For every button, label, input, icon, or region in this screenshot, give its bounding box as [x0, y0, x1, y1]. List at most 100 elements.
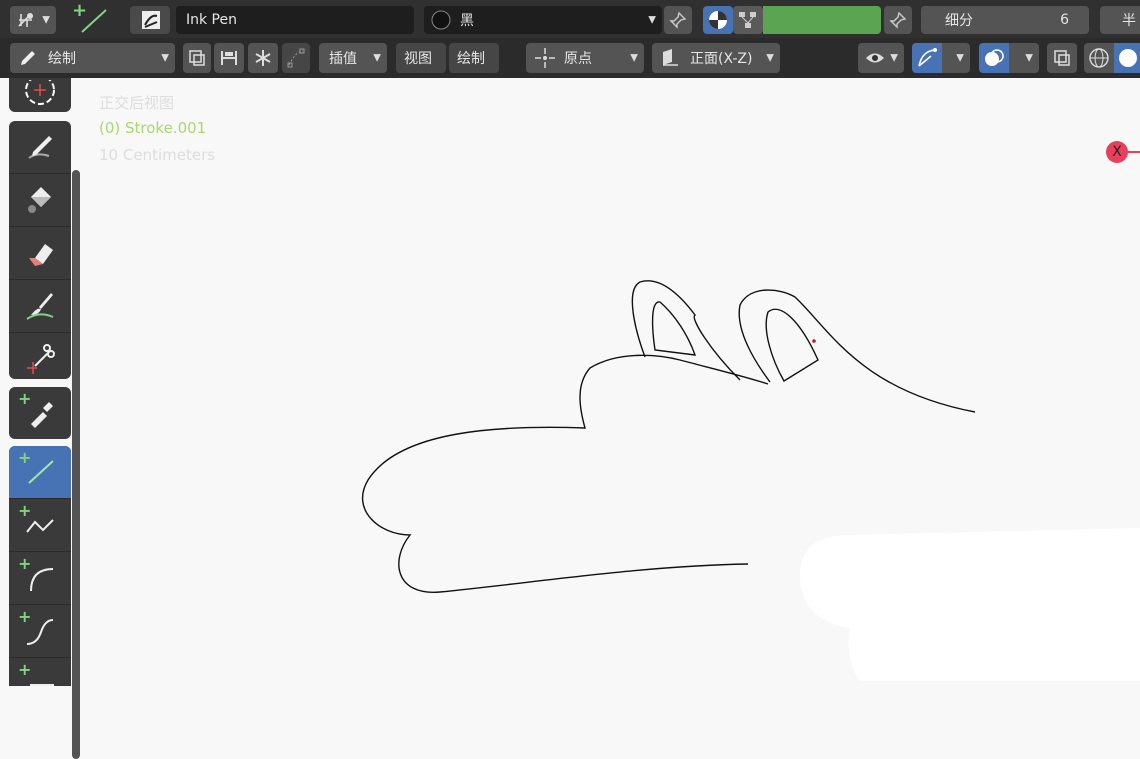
view-name-label: 正交后视图 [99, 94, 175, 112]
navigation-gizmo-x-axis[interactable]: X [1106, 141, 1128, 163]
orientation-dropdown[interactable]: 正面(X-Z) ▼ [652, 43, 780, 73]
tool-curve[interactable]: + [9, 605, 71, 658]
tool-box[interactable]: + [9, 658, 71, 686]
tool-group-annotate [9, 78, 71, 112]
pencil-icon [18, 48, 38, 68]
tool-line[interactable]: + [9, 446, 71, 499]
tool-group-eyedropper: + [9, 387, 71, 439]
brush-preview[interactable] [130, 6, 170, 34]
tool-eyedropper[interactable]: + [9, 387, 71, 439]
solid-shading-button[interactable] [1114, 43, 1140, 73]
tool-tint[interactable] [9, 280, 71, 333]
chevron-down-icon: ▼ [630, 52, 638, 64]
chevron-down-icon: ▼ [42, 14, 50, 26]
orientation-label: 正面(X-Z) [690, 51, 753, 67]
pin-material-button[interactable] [664, 6, 692, 34]
tool-fill[interactable] [9, 174, 71, 227]
overlay-toggle[interactable] [979, 43, 1009, 73]
chevron-down-icon: ▼ [766, 52, 774, 64]
chevron-down-icon: ▼ [161, 52, 169, 64]
multiframe-button[interactable] [183, 43, 211, 73]
color-swatch[interactable] [763, 6, 881, 34]
mode-dropdown[interactable]: 绘制 ▼ [10, 43, 175, 73]
brush-stroke-icon [141, 10, 161, 30]
brush-name-field[interactable]: Ink Pen [176, 6, 414, 34]
tool-header: ▼ + Ink Pen 黑 ▼ 细分 6 半 [0, 0, 1140, 38]
scale-label: 10 Centimeters [99, 146, 216, 164]
subdivision-label: 细分 [945, 13, 973, 29]
toolbar-scrollbar[interactable] [72, 170, 80, 759]
gizmo-toggle[interactable] [912, 43, 942, 73]
edit-lines-icon [219, 48, 239, 68]
draw-menu-label: 绘制 [457, 51, 485, 67]
tool-shelf: + + + + + + [0, 78, 82, 759]
pin-color-button[interactable] [884, 6, 912, 34]
plus-icon: + [18, 501, 32, 520]
tool-draw[interactable] [9, 121, 71, 174]
tool-polyline[interactable]: + [9, 499, 71, 552]
plus-icon: + [18, 389, 32, 408]
gizmo-dropdown[interactable]: ▼ [942, 43, 970, 73]
visibility-dropdown[interactable]: ▼ [858, 43, 904, 73]
brush-name-text: Ink Pen [186, 12, 237, 28]
tool-group-draw [9, 121, 71, 379]
plus-icon: + [18, 660, 32, 679]
pivot-dropdown[interactable]: 原点 ▼ [526, 43, 644, 73]
navigation-gizmo-x-line [1128, 151, 1140, 153]
line-tool-indicator: + [72, 0, 112, 36]
erase-icon [29, 244, 53, 266]
interpolate-label: 插值 [329, 51, 357, 67]
view-menu[interactable]: 视图 [396, 43, 446, 73]
viewport-header: 绘制 ▼ 插值 ▼ 视图 绘制 原点 ▼ 正面(X-Z) ▼ ▼ ▼ ▼ [0, 38, 1140, 78]
eye-icon [864, 47, 886, 69]
mode-label: 绘制 [48, 51, 76, 67]
wireframe-shading-button[interactable] [1084, 43, 1114, 73]
vertex-color-button[interactable] [703, 6, 733, 34]
tool-settings-dropdown[interactable]: ▼ [10, 6, 56, 34]
plus-icon: + [72, 0, 88, 21]
wireframe-globe-icon [1088, 47, 1110, 69]
interpolate-menu[interactable]: 插值 ▼ [319, 43, 387, 73]
grease-pencil-icon [16, 10, 36, 30]
plus-icon: + [18, 607, 32, 626]
tool-arc[interactable]: + [9, 552, 71, 605]
subdivision-value: 6 [1060, 12, 1069, 28]
material-sphere-icon [430, 9, 452, 31]
material-dropdown[interactable]: 黑 ▼ [424, 6, 662, 34]
overlay-dropdown[interactable]: ▼ [1009, 43, 1039, 73]
snowflake-icon [253, 48, 273, 68]
cut-slider[interactable]: 半 [1100, 6, 1140, 34]
draw-menu[interactable]: 绘制 [449, 43, 499, 73]
plus-icon: + [18, 554, 32, 573]
snowflake-button[interactable] [248, 43, 278, 73]
edit-lines-button[interactable] [214, 43, 244, 73]
draw-icon [28, 136, 52, 159]
plane-icon [660, 47, 682, 69]
curve-edit-button[interactable] [282, 43, 310, 73]
object-name-label: (0) Stroke.001 [99, 119, 207, 137]
xray-toggle[interactable] [1047, 43, 1077, 73]
fill-icon [28, 187, 51, 213]
annotate-icon [25, 80, 55, 105]
overlay-icon [983, 47, 1005, 69]
chevron-down-icon: ▼ [956, 52, 964, 64]
origin-icon [534, 47, 556, 69]
chevron-down-icon: ▼ [890, 52, 898, 64]
cut-label: 半 [1122, 13, 1136, 29]
chevron-down-icon: ▼ [1025, 52, 1033, 64]
curve-points-icon [286, 48, 306, 68]
tool-annotate[interactable] [9, 78, 71, 112]
gizmo-icon [916, 47, 938, 69]
pin-icon [669, 11, 687, 29]
tool-cutter[interactable] [9, 333, 71, 379]
tool-erase[interactable] [9, 227, 71, 280]
plus-icon: + [18, 448, 32, 467]
color-wheel-icon [707, 9, 729, 31]
layers-icon [187, 48, 207, 68]
pin-icon [889, 11, 907, 29]
cutter-icon [27, 344, 55, 374]
view-menu-label: 视图 [404, 51, 432, 67]
chevron-down-icon: ▼ [648, 14, 656, 26]
node-tree-button[interactable] [733, 6, 763, 34]
subdivision-slider[interactable]: 细分 6 [921, 6, 1089, 34]
